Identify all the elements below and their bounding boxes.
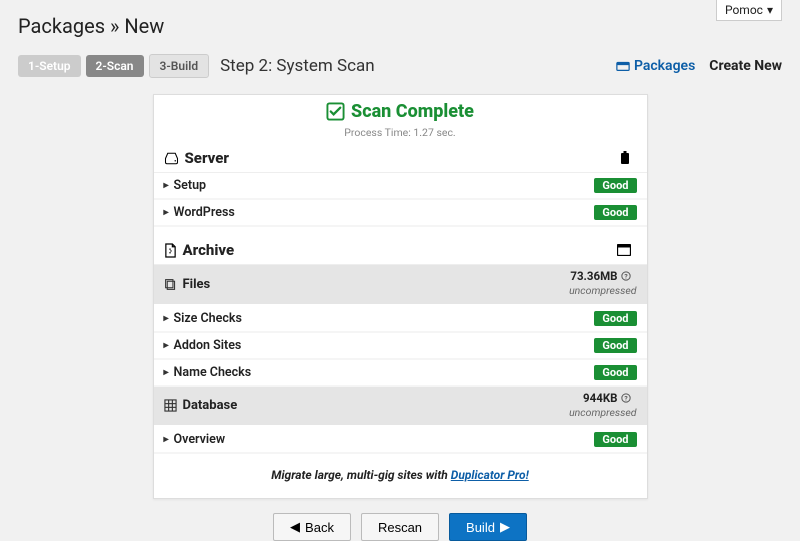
database-size: 944KB — [583, 392, 617, 405]
hdd-icon — [164, 151, 179, 166]
row-setup-label: Setup — [174, 178, 207, 193]
copy-icon — [164, 278, 177, 291]
window-icon — [617, 244, 631, 256]
row-addon-sites[interactable]: ▸ Addon Sites Good — [154, 333, 647, 360]
row-size-checks-label: Size Checks — [174, 311, 242, 326]
section-server: Server — [154, 141, 647, 173]
row-overview[interactable]: ▸ Overview Good — [154, 427, 647, 454]
page-title: Step 2: System Scan — [220, 56, 375, 76]
caret-right-icon: ▸ — [164, 180, 169, 191]
caret-right-icon: ▸ — [164, 313, 169, 324]
status-badge: Good — [594, 365, 636, 380]
back-button-label: Back — [305, 520, 334, 535]
rescan-button-label: Rescan — [378, 520, 422, 535]
help-icon[interactable]: ? — [621, 393, 631, 403]
section-archive-label: Archive — [183, 241, 235, 259]
row-setup[interactable]: ▸ Setup Good — [154, 173, 647, 200]
step-pill-build[interactable]: 3-Build — [149, 54, 210, 78]
step-pill-scan[interactable]: 2-Scan — [86, 55, 144, 77]
promo-text: Migrate large, multi-gig sites with Dupl… — [154, 454, 647, 498]
breadcrumb: Packages » New — [0, 0, 800, 40]
subsection-files: Files 73.36MB ? uncompressed — [154, 265, 647, 306]
subsection-database: Database 944KB ? uncompressed — [154, 387, 647, 428]
caret-right-icon: ▸ — [164, 367, 169, 378]
promo-link[interactable]: Duplicator Pro! — [451, 468, 529, 482]
section-archive: Archive — [154, 233, 647, 265]
promo-prefix: Migrate large, multi-gig sites with — [271, 468, 451, 482]
chevron-down-icon: ▾ — [767, 3, 773, 17]
row-wordpress[interactable]: ▸ WordPress Good — [154, 200, 647, 227]
scan-complete-title: Scan Complete — [326, 101, 474, 122]
row-size-checks[interactable]: ▸ Size Checks Good — [154, 306, 647, 333]
build-button[interactable]: Build ▶ — [449, 513, 527, 541]
process-time: Process Time: 1.27 sec. — [154, 126, 647, 139]
help-icon[interactable]: ? — [621, 271, 631, 281]
row-addon-sites-label: Addon Sites — [174, 338, 242, 353]
breadcrumb-separator: » — [110, 14, 119, 38]
breadcrumb-leaf: New — [124, 14, 164, 38]
breadcrumb-root: Packages — [18, 14, 105, 38]
archive-icon — [616, 59, 630, 73]
build-button-label: Build — [466, 520, 495, 535]
scan-complete-label: Scan Complete — [351, 101, 474, 122]
caret-right-icon: ▸ — [164, 340, 169, 351]
row-name-checks-label: Name Checks — [174, 365, 252, 380]
row-name-checks[interactable]: ▸ Name Checks Good — [154, 360, 647, 387]
status-badge: Good — [594, 178, 636, 193]
subsection-files-label: Files — [183, 277, 211, 292]
battery-icon — [619, 151, 631, 165]
check-square-icon — [326, 102, 345, 121]
create-new-link[interactable]: Create New — [709, 58, 782, 74]
status-badge: Good — [594, 338, 636, 353]
database-size-note: uncompressed — [569, 406, 636, 419]
status-badge: Good — [594, 432, 636, 447]
scan-panel: Scan Complete Process Time: 1.27 sec. Se… — [153, 94, 648, 499]
header-row: 1-Setup 2-Scan 3-Build Step 2: System Sc… — [0, 40, 800, 84]
files-size: 73.36MB — [570, 270, 617, 283]
caret-right-icon: ▸ — [164, 207, 169, 218]
action-buttons: ◀ Back Rescan Build ▶ — [153, 513, 648, 541]
rescan-button[interactable]: Rescan — [361, 513, 439, 541]
step-pill-setup[interactable]: 1-Setup — [18, 55, 81, 77]
status-badge: Good — [594, 205, 636, 220]
packages-link[interactable]: Packages — [616, 58, 695, 74]
help-dropdown[interactable]: Pomoc ▾ — [716, 0, 782, 21]
scan-header: Scan Complete Process Time: 1.27 sec. — [154, 95, 647, 141]
table-icon — [164, 399, 177, 412]
row-wordpress-label: WordPress — [174, 205, 235, 220]
row-overview-label: Overview — [174, 432, 226, 447]
file-archive-icon — [164, 243, 177, 258]
files-size-note: uncompressed — [569, 284, 636, 297]
caret-right-icon: ▸ — [164, 434, 169, 445]
packages-link-label: Packages — [634, 58, 695, 74]
status-badge: Good — [594, 311, 636, 326]
back-button[interactable]: ◀ Back — [273, 513, 351, 541]
section-server-label: Server — [185, 149, 229, 167]
subsection-database-label: Database — [183, 398, 238, 413]
help-dropdown-label: Pomoc — [725, 3, 763, 17]
